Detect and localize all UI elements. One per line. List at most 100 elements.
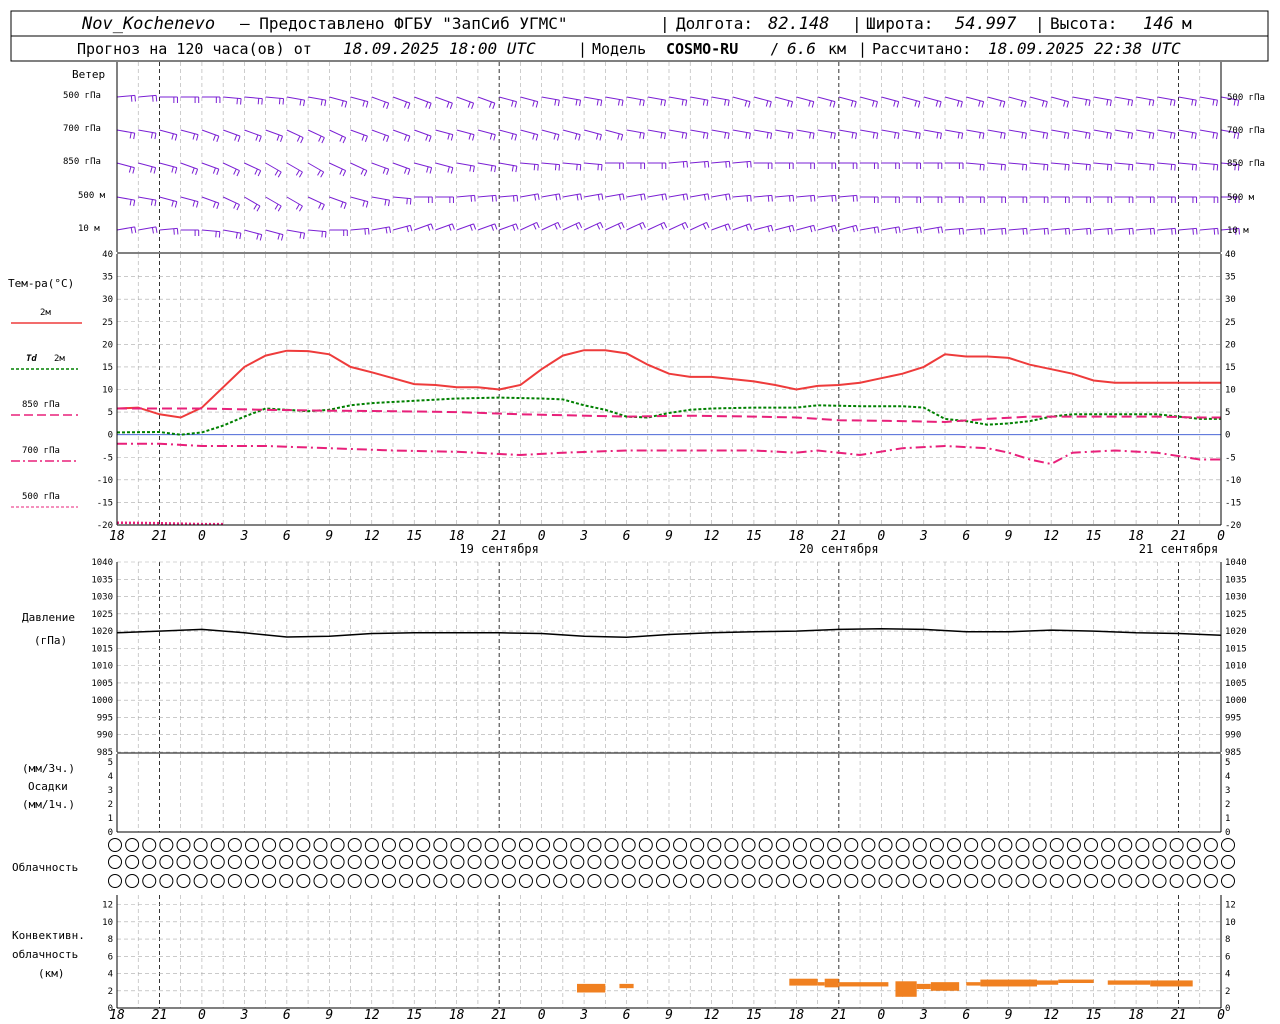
- pres-tick-left: 1030: [91, 593, 113, 603]
- wind-barb-feather: [686, 193, 689, 200]
- wind-barb-staff: [222, 129, 241, 137]
- cloud-circle: [501, 855, 516, 869]
- wind-barb: [392, 196, 412, 205]
- cloud-circle: [998, 838, 1013, 852]
- wind-barb: [1072, 162, 1091, 171]
- wind-barb-feather: [511, 133, 514, 140]
- cloud-circle: [827, 855, 842, 869]
- cloud-circle: [416, 838, 431, 852]
- wind-barb-feather: [233, 168, 237, 175]
- wind-barb-feather: [237, 135, 241, 142]
- cloud-cell: [810, 855, 825, 869]
- wind-barb-staff: [371, 196, 390, 201]
- wind-barb-staff: [605, 129, 623, 136]
- wind-barb-feather: [407, 102, 411, 109]
- wind-barb: [244, 129, 262, 142]
- wind-barb-feather: [299, 99, 302, 106]
- wind-barb-staff: [414, 96, 432, 104]
- cloud-cell: [707, 874, 722, 888]
- wind-level-850hpa: 850 гПа: [63, 157, 101, 167]
- wind-barb-feather: [133, 133, 136, 140]
- wind-barb: [222, 162, 240, 177]
- wind-barb: [1051, 196, 1070, 203]
- cloud-circle: [570, 855, 585, 869]
- wind-barb-feather: [404, 167, 408, 174]
- wind-barb-feather: [171, 166, 174, 173]
- wind-barb-staff: [307, 162, 324, 173]
- wind-barb-feather: [939, 133, 942, 140]
- cloud-cell: [621, 855, 636, 869]
- precip-tick-left: 5: [108, 758, 113, 768]
- cloud-title: Облачность: [12, 861, 78, 874]
- cloud-cell: [159, 838, 174, 852]
- wind-barb-staff: [286, 96, 305, 101]
- wind-barb-staff: [223, 229, 241, 234]
- cloud-circle: [570, 838, 585, 852]
- wind-barb-staff: [562, 96, 581, 101]
- wind-barb-staff: [562, 129, 581, 136]
- wind-barb: [711, 96, 730, 107]
- hour-label: 0: [198, 529, 206, 544]
- wind-barb-feather: [299, 171, 303, 178]
- wind-barb-feather: [941, 226, 944, 233]
- cloud-circle: [1118, 838, 1133, 852]
- wind-barb-feather: [407, 168, 411, 175]
- wind-barb: [966, 129, 985, 140]
- wind-barb-staff: [350, 129, 368, 137]
- wind-barb: [562, 129, 581, 141]
- pres-tick-left: 990: [97, 731, 113, 741]
- wind-barb-feather: [532, 223, 537, 230]
- temp-tick-left: 5: [108, 408, 113, 418]
- wind-barb: [1051, 96, 1070, 108]
- wind-barb-feather: [276, 134, 280, 141]
- wind-barb-feather: [702, 223, 707, 230]
- wind-barb-feather: [642, 222, 646, 229]
- wind-barb-feather: [746, 161, 749, 168]
- wind-barb-feather: [1174, 228, 1177, 235]
- wind-barb: [138, 196, 157, 207]
- cloud-cell: [347, 855, 362, 869]
- wind-barb-feather: [812, 133, 815, 140]
- pres-tick-left: 1005: [91, 679, 113, 689]
- cloud-cell: [964, 855, 979, 869]
- cloud-cell: [1084, 874, 1099, 888]
- wind-barb: [668, 221, 689, 231]
- cloud-cell: [501, 874, 516, 888]
- wind-barb: [1157, 96, 1176, 107]
- cloud-cell: [947, 874, 962, 888]
- temp-tick-right: -20: [1225, 521, 1241, 531]
- wind-barb-feather: [871, 100, 875, 107]
- cloud-cell: [998, 855, 1013, 869]
- wind-barb-staff: [923, 129, 942, 134]
- cloud-circle: [1032, 838, 1047, 852]
- conv-bar: [930, 982, 960, 991]
- cloud-cell: [673, 874, 688, 888]
- temp-tick-left: -10: [97, 476, 113, 486]
- wind-barb-staff: [1093, 129, 1112, 134]
- wind-barb: [605, 96, 624, 107]
- cloud-circle: [244, 855, 259, 869]
- wind-barb-feather: [134, 226, 137, 233]
- wind-barb-feather: [855, 133, 858, 140]
- wind-barb-feather: [344, 101, 348, 108]
- wind-barb-feather: [216, 135, 220, 142]
- wind-barb-feather: [494, 223, 498, 230]
- cloud-cell: [330, 855, 345, 869]
- cloud-cell: [1066, 838, 1081, 852]
- wind-barb: [477, 194, 497, 202]
- provider-text: – Предоставлено ФГБУ "ЗапСиб УГМС": [240, 14, 568, 33]
- wind-barb-staff: [732, 194, 751, 198]
- wind-barb-feather: [790, 101, 794, 108]
- wind-barb-staff: [244, 229, 262, 236]
- wind-barb: [477, 162, 497, 173]
- hour-label: 12: [1043, 529, 1059, 544]
- cloud-cell: [929, 838, 944, 852]
- cloud-circle: [1015, 874, 1030, 888]
- wind-barb-staff: [350, 196, 369, 203]
- wind-barb-feather: [515, 223, 519, 230]
- wind-barb-feather: [317, 169, 321, 176]
- cloud-circle: [262, 874, 277, 888]
- wind-barb-staff: [732, 129, 751, 134]
- wind-barb: [860, 162, 879, 169]
- wind-barb-feather: [511, 165, 514, 172]
